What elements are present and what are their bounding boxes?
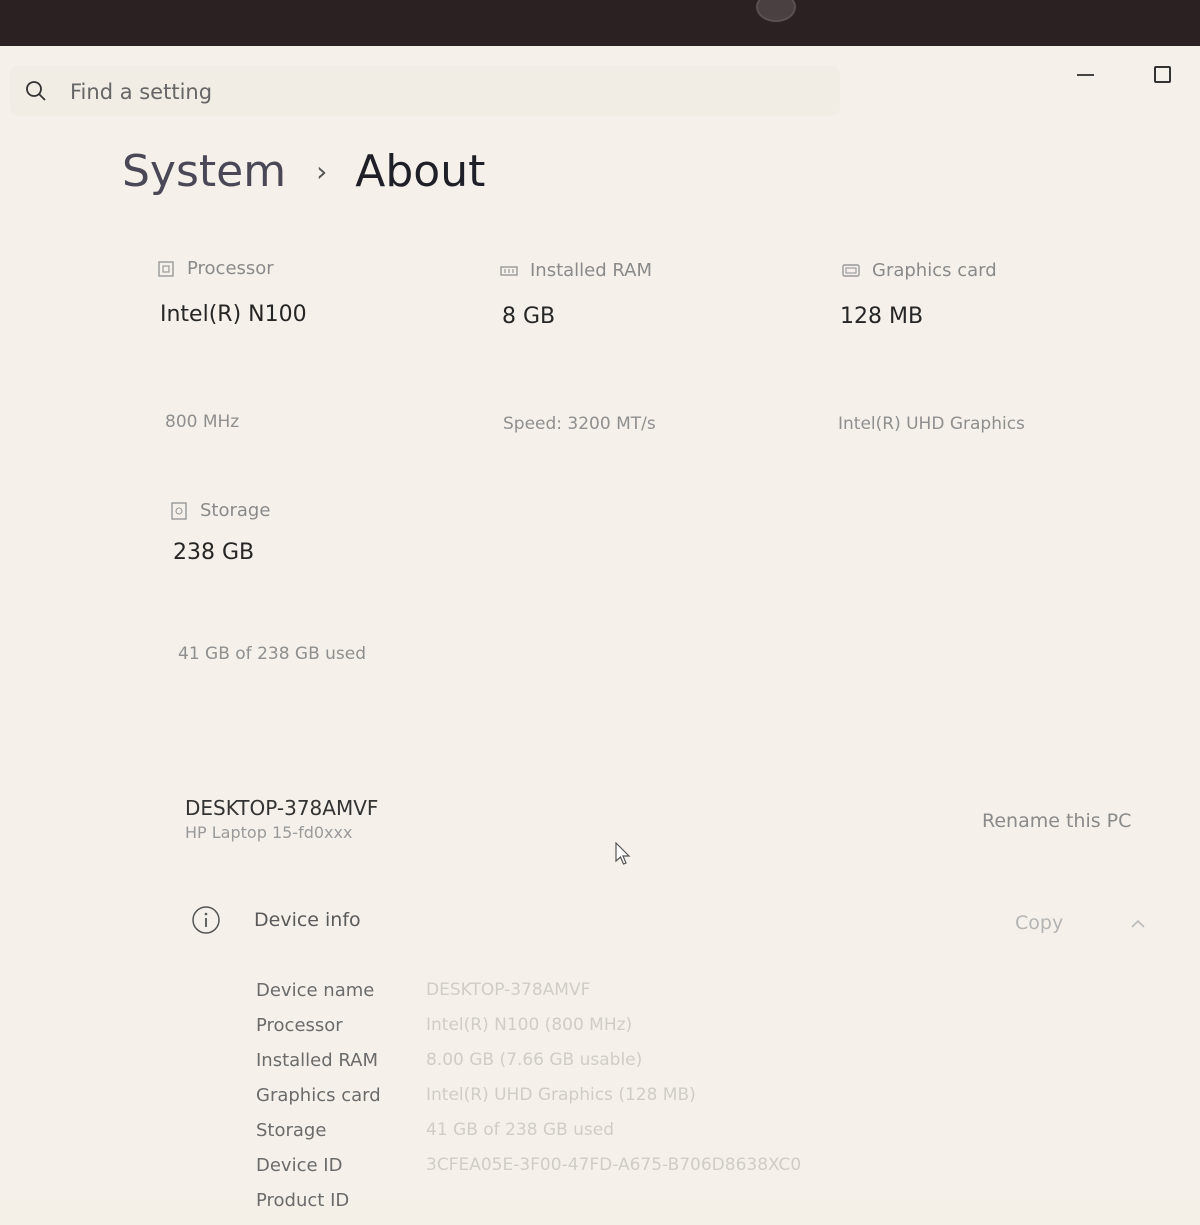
search-icon: [26, 81, 46, 101]
spec-value: 128 MB: [840, 304, 924, 329]
spec-card-processor: Processor Intel(R) N100 800 MHz: [157, 258, 477, 468]
info-key: Storage: [256, 1120, 327, 1141]
spec-card-graphics: Graphics card 128 MB Intel(R) UHD Graphi…: [838, 260, 1162, 470]
maximize-icon: [1154, 66, 1171, 83]
info-row: Device ID 3CFEA05E-3F00-47FD-A675-B706D8…: [256, 1155, 956, 1190]
spec-detail: Speed: 3200 MT/s: [503, 414, 656, 434]
rename-pc-button[interactable]: Rename this PC: [982, 810, 1131, 832]
info-value: Intel(R) UHD Graphics (128 MB): [426, 1085, 696, 1105]
processor-icon: [158, 260, 174, 277]
info-row: Processor Intel(R) N100 (800 MHz): [256, 1015, 956, 1050]
spec-label: Storage: [200, 500, 271, 521]
pc-model: HP Laptop 15-fd0xxx: [185, 823, 353, 842]
spec-label: Processor: [187, 258, 274, 279]
info-key: Installed RAM: [256, 1050, 379, 1071]
spec-label: Graphics card: [872, 260, 997, 281]
screen-bezel: [0, 0, 1200, 46]
minimize-icon: [1077, 74, 1094, 76]
info-value: 3CFEA05E-3F00-47FD-A675-B706D8638XC0: [426, 1155, 802, 1175]
info-value: Intel(R) N100 (800 MHz): [426, 1015, 633, 1035]
maximize-button[interactable]: [1140, 58, 1184, 92]
spec-detail: 41 GB of 238 GB used: [178, 644, 367, 664]
settings-window: System › About Processor Intel(R) N100 8…: [0, 46, 1200, 1211]
spec-value: Intel(R) N100: [160, 302, 307, 327]
spec-value: 8 GB: [502, 304, 556, 329]
search-input[interactable]: [68, 74, 772, 110]
info-key: Graphics card: [256, 1085, 381, 1106]
info-value: 41 GB of 238 GB used: [426, 1120, 615, 1140]
breadcrumb-system[interactable]: System: [122, 146, 286, 197]
webcam: [756, 0, 796, 22]
chevron-up-icon[interactable]: [1128, 914, 1148, 934]
search-box[interactable]: [10, 66, 840, 116]
info-row: Device name DESKTOP-378AMVF: [256, 980, 956, 1015]
graphics-card-icon: [842, 263, 860, 277]
info-row: Installed RAM 8.00 GB (7.66 GB usable): [256, 1050, 956, 1085]
storage-icon: [171, 501, 187, 520]
spec-card-storage: Storage 238 GB 41 GB of 238 GB used: [170, 500, 490, 710]
spec-detail: Intel(R) UHD Graphics: [838, 414, 1025, 434]
spec-detail: 800 MHz: [165, 412, 240, 432]
info-row: Graphics card Intel(R) UHD Graphics (128…: [256, 1085, 956, 1120]
info-value: 8.00 GB (7.66 GB usable): [426, 1050, 643, 1070]
spec-value: 238 GB: [173, 540, 255, 565]
info-row: Storage 41 GB of 238 GB used: [256, 1120, 956, 1155]
info-row: Product ID: [256, 1190, 956, 1225]
info-icon: [192, 906, 220, 934]
breadcrumb: System › About: [122, 146, 485, 197]
info-value: DESKTOP-378AMVF: [426, 980, 591, 1000]
info-key: Processor: [256, 1015, 343, 1036]
mouse-cursor-icon: [615, 842, 631, 865]
breadcrumb-separator: ›: [316, 155, 328, 188]
info-key: Product ID: [256, 1190, 350, 1211]
pc-name: DESKTOP-378AMVF: [185, 796, 379, 820]
page-title: About: [355, 146, 486, 197]
info-key: Device ID: [256, 1155, 343, 1176]
device-info-table: Device name DESKTOP-378AMVF Processor In…: [256, 980, 956, 1225]
copy-button[interactable]: Copy: [1015, 912, 1063, 934]
minimize-button[interactable]: [1064, 58, 1108, 92]
ram-icon: [500, 265, 518, 276]
info-key: Device name: [256, 980, 375, 1001]
spec-label: Installed RAM: [530, 260, 653, 281]
device-info-header[interactable]: Device info: [254, 909, 361, 931]
spec-card-ram: Installed RAM 8 GB Speed: 3200 MT/s: [500, 260, 820, 470]
